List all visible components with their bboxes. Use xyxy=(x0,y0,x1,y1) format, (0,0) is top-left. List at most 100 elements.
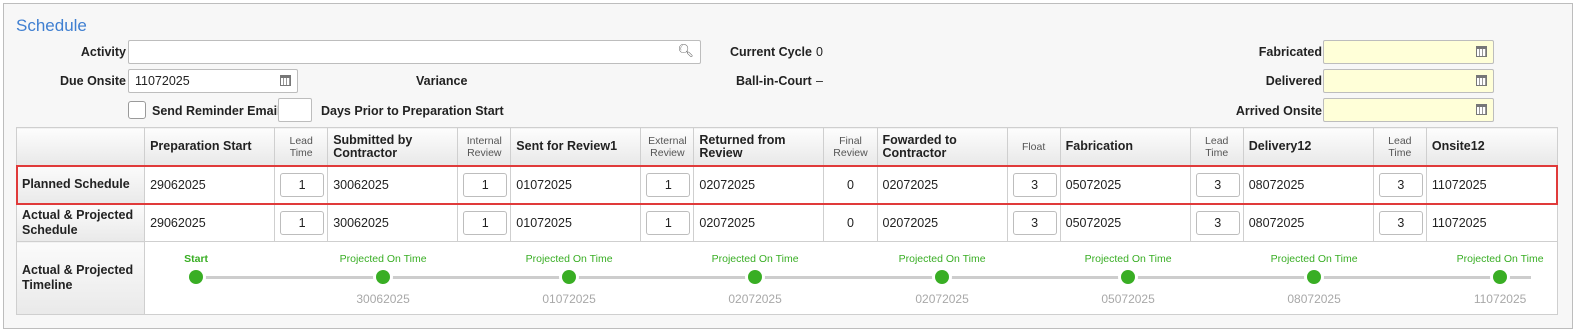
timeline-milestone-dot[interactable] xyxy=(1121,270,1136,284)
table-cell: 0 xyxy=(823,165,878,204)
calendar-icon[interactable] xyxy=(1476,46,1487,57)
lead-time-input[interactable]: 3 xyxy=(1378,172,1423,197)
external-review-input[interactable]: 1 xyxy=(646,210,691,235)
header-final-review: Final Review xyxy=(823,127,878,166)
timeline: Start Projected On Time 30062025 Projected … xyxy=(145,242,1557,314)
timeline-date-label: 08072025 xyxy=(1287,292,1341,306)
table-cell: 11072025 xyxy=(1425,165,1559,204)
header-returned-from-review: Returned from Review xyxy=(693,127,825,166)
header-float: Float xyxy=(1006,127,1061,166)
timeline-status-label: Start xyxy=(184,253,209,265)
calendar-icon[interactable] xyxy=(1476,104,1487,115)
table-cell: 1 xyxy=(457,203,512,242)
arrived-onsite-date-input[interactable] xyxy=(1323,98,1494,122)
days-prior-input[interactable] xyxy=(278,98,312,122)
ball-in-court-label: Ball-in-Court xyxy=(736,74,812,88)
header-internal-review: Internal Review xyxy=(457,127,512,166)
table-cell: 30062025 xyxy=(327,165,459,204)
table-cell: 30062025 xyxy=(327,203,459,242)
header-onsite: Onsite12 xyxy=(1425,127,1559,166)
timeline-status-label: Projected On Time xyxy=(711,253,799,265)
days-prior-label: Days Prior to Preparation Start xyxy=(321,104,504,118)
timeline-milestone-dot[interactable] xyxy=(935,270,950,284)
table-cell: 3 xyxy=(1189,203,1244,242)
planned-schedule-row: Planned Schedule 29062025 1 30062025 1 0… xyxy=(15,165,1559,204)
timeline-status-label: Projected On Time xyxy=(1270,253,1358,265)
lead-time-input[interactable]: 3 xyxy=(1378,210,1423,235)
header-preparation-start: Preparation Start xyxy=(144,127,276,166)
table-cell: 29062025 xyxy=(144,165,276,204)
table-cell: 05072025 xyxy=(1059,203,1191,242)
lead-time-input[interactable]: 3 xyxy=(1195,210,1240,235)
table-cell: 1 xyxy=(274,203,329,242)
activity-input[interactable]: 🔍︎ xyxy=(128,40,701,64)
ball-in-court-value: – xyxy=(816,74,823,88)
fabricated-date-input[interactable] xyxy=(1323,40,1494,64)
table-cell: 11072025 xyxy=(1425,203,1559,242)
timeline-date-label: 11072025 xyxy=(1473,292,1527,306)
header-fabrication: Fabrication xyxy=(1059,127,1191,166)
page-title: Schedule xyxy=(16,16,87,35)
header-external-review: External Review xyxy=(640,127,695,166)
external-review-input[interactable]: 1 xyxy=(646,172,691,197)
arrived-onsite-label: Arrived Onsite xyxy=(1235,104,1322,118)
table-cell: 01072025 xyxy=(510,165,642,204)
due-onsite-input[interactable]: 11072025 xyxy=(128,69,298,93)
timeline-cell: Start Projected On Time 30062025 Projected … xyxy=(144,241,1558,315)
table-header-row: Preparation Start Lead Time Submitted by… xyxy=(15,127,1559,166)
timeline-status-label: Projected On Time xyxy=(525,253,613,265)
timeline-date-label: 30062025 xyxy=(356,292,410,306)
due-onsite-label: Due Onsite xyxy=(60,74,126,88)
timeline-milestone-dot[interactable] xyxy=(1307,270,1322,284)
float-input[interactable]: 3 xyxy=(1012,172,1057,197)
delivered-date-input[interactable] xyxy=(1323,69,1494,93)
timeline-status-label: Projected On Time xyxy=(1084,253,1172,265)
float-input[interactable]: 3 xyxy=(1012,210,1057,235)
table-cell: 08072025 xyxy=(1242,203,1374,242)
table-cell: 0 xyxy=(823,203,878,242)
lead-time-input[interactable]: 1 xyxy=(280,210,325,235)
internal-review-input[interactable]: 1 xyxy=(463,172,508,197)
timeline-milestone-dot[interactable] xyxy=(189,270,204,284)
send-reminder-checkbox[interactable] xyxy=(128,101,146,119)
header-lead-time: Lead Time xyxy=(1372,127,1427,166)
table-cell: 02072025 xyxy=(693,165,825,204)
row-header: Planned Schedule xyxy=(15,165,146,204)
search-icon[interactable]: 🔍︎ xyxy=(677,43,694,59)
current-cycle-value: 0 xyxy=(816,45,823,59)
table-cell: 1 xyxy=(274,165,329,204)
timeline-date-label: 01072025 xyxy=(542,292,596,306)
timeline-row: Actual & Projected Timeline Start Project… xyxy=(15,241,1558,315)
timeline-date-label: 05072025 xyxy=(1101,292,1155,306)
timeline-milestone-dot[interactable] xyxy=(376,270,391,284)
table-cell: 02072025 xyxy=(876,203,1008,242)
calendar-icon[interactable] xyxy=(1476,75,1487,86)
lead-time-input[interactable]: 3 xyxy=(1195,172,1240,197)
variance-label: Variance xyxy=(416,74,468,88)
header-lead-time: Lead Time xyxy=(1189,127,1244,166)
table-cell: 02072025 xyxy=(693,203,825,242)
table-cell: 3 xyxy=(1006,203,1061,242)
table-cell: 3 xyxy=(1006,165,1061,204)
timeline-status-label: Projected On Time xyxy=(898,253,986,265)
actual-projected-schedule-row: Actual & Projected Schedule 29062025 1 3… xyxy=(15,203,1559,242)
timeline-status-label: Projected On Time xyxy=(1456,253,1544,265)
table-cell: 29062025 xyxy=(144,203,276,242)
table-cell: 02072025 xyxy=(876,165,1008,204)
timeline-status-label: Projected On Time xyxy=(339,253,427,265)
header-lead-time: Lead Time xyxy=(274,127,329,166)
row-header: Actual & Projected Schedule xyxy=(15,203,146,242)
table-cell: 01072025 xyxy=(510,203,642,242)
send-reminder-label: Send Reminder Email xyxy=(152,104,281,118)
timeline-milestone-dot[interactable] xyxy=(562,270,577,284)
calendar-icon[interactable] xyxy=(280,75,291,86)
timeline-milestone-dot[interactable] xyxy=(748,270,763,284)
timeline-milestone-dot[interactable] xyxy=(1493,270,1508,284)
delivered-label: Delivered xyxy=(1265,74,1322,88)
header-sent-for-review: Sent for Review1 xyxy=(510,127,642,166)
schedule-table: Preparation Start Lead Time Submitted by… xyxy=(15,127,1559,315)
internal-review-input[interactable]: 1 xyxy=(463,210,508,235)
table-cell: 3 xyxy=(1189,165,1244,204)
lead-time-input[interactable]: 1 xyxy=(280,172,325,197)
table-cell: 1 xyxy=(640,203,695,242)
